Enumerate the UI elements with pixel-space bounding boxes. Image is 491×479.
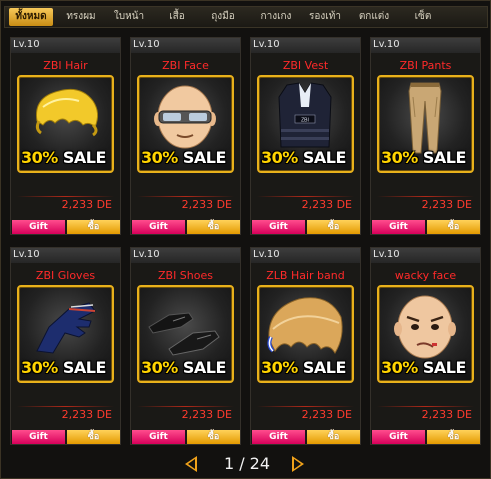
gift-button[interactable]: Gift [12, 430, 65, 444]
item-level: Lv.10 [373, 39, 400, 50]
buy-button[interactable]: ซื้อ [427, 430, 480, 444]
price-divider [257, 196, 354, 197]
item-name: ZBI Gloves [35, 269, 96, 282]
item-name: ZBI Hair [43, 59, 88, 72]
buy-button[interactable]: ซื้อ [187, 430, 240, 444]
tab-pants[interactable]: กางเกง [253, 8, 299, 26]
item-level: Lv.10 [253, 249, 280, 260]
item-thumbnail[interactable]: ZBI 30% SALE [257, 75, 354, 173]
item-grid: Lv.10 ZBI Hair 30% SALE 2,233 DE Gift ซื… [10, 37, 486, 447]
shop-window: ทั้งหมด ทรงผม ใบหน้า เสื้อ ถุงมือ กางเกง… [0, 0, 491, 479]
item-name: ZBI Shoes [157, 269, 213, 282]
item-card[interactable]: Lv.10 ZBI Hair 30% SALE 2,233 DE Gift ซื… [10, 37, 121, 235]
tab-set[interactable]: เซ็ต [405, 8, 441, 26]
item-price: 2,233 DE [301, 408, 352, 421]
item-name: ZBI Pants [399, 59, 452, 72]
sale-badge: 30% SALE [141, 148, 226, 167]
gift-button[interactable]: Gift [372, 220, 425, 234]
item-level: Lv.10 [133, 249, 160, 260]
tab-hair[interactable]: ทรงผม [60, 8, 102, 26]
item-price: 2,233 DE [61, 408, 112, 421]
sale-badge: 30% SALE [261, 148, 346, 167]
sale-badge: 30% SALE [381, 358, 466, 377]
item-level: Lv.10 [13, 249, 40, 260]
item-level: Lv.10 [133, 39, 160, 50]
tab-gloves[interactable]: ถุงมือ [201, 8, 245, 26]
item-thumbnail[interactable]: 30% SALE [137, 75, 234, 173]
item-thumbnail[interactable]: 30% SALE [257, 285, 354, 383]
gift-button[interactable]: Gift [252, 430, 305, 444]
price-divider [17, 406, 114, 407]
item-name: wacky face [394, 269, 457, 282]
buy-button[interactable]: ซื้อ [307, 220, 360, 234]
buy-button[interactable]: ซื้อ [187, 220, 240, 234]
item-card[interactable]: Lv.10 ZBI Pants 30% SALE 2,233 DE Gift ซ… [370, 37, 481, 235]
item-card[interactable]: Lv.10 ZBI Face 30% SALE 2,233 DE Gift ซื… [130, 37, 241, 235]
item-price: 2,233 DE [421, 198, 472, 211]
item-card[interactable]: Lv.10 ZBI Vest ZBI 30% SALE 2,233 DE Gif… [250, 37, 361, 235]
gift-button[interactable]: Gift [12, 220, 65, 234]
item-price: 2,233 DE [61, 198, 112, 211]
item-price: 2,233 DE [421, 408, 472, 421]
item-price: 2,233 DE [301, 198, 352, 211]
item-level: Lv.10 [253, 39, 280, 50]
item-card[interactable]: Lv.10 ZLB Hair band 30% SALE 2,233 DE Gi… [250, 247, 361, 445]
gift-button[interactable]: Gift [132, 220, 185, 234]
price-divider [377, 406, 474, 407]
item-thumbnail[interactable]: 30% SALE [17, 285, 114, 383]
price-divider [17, 196, 114, 197]
tab-accessories[interactable]: ตกแต่ง [351, 8, 397, 26]
page-indicator: 1 / 24 [223, 454, 271, 473]
item-thumbnail[interactable]: 30% SALE [137, 285, 234, 383]
buy-button[interactable]: ซื้อ [67, 220, 120, 234]
prev-page-arrow-icon[interactable] [185, 456, 197, 472]
tab-shoes[interactable]: รองเท้า [302, 8, 348, 26]
category-tab-bar: ทั้งหมด ทรงผม ใบหน้า เสื้อ ถุงมือ กางเกง… [4, 6, 488, 28]
gift-button[interactable]: Gift [132, 430, 185, 444]
buy-button[interactable]: ซื้อ [67, 430, 120, 444]
item-thumbnail[interactable]: 30% SALE [17, 75, 114, 173]
item-thumbnail[interactable]: 30% SALE [377, 285, 474, 383]
svg-text:ZBI: ZBI [301, 118, 309, 124]
item-thumbnail[interactable]: 30% SALE [377, 75, 474, 173]
item-level: Lv.10 [373, 249, 400, 260]
buy-button[interactable]: ซื้อ [307, 430, 360, 444]
tab-shirt[interactable]: เสื้อ [160, 8, 194, 26]
item-card[interactable]: Lv.10 ZBI Shoes 30% SALE 2,233 DE Gift ซ… [130, 247, 241, 445]
sale-badge: 30% SALE [21, 148, 106, 167]
sale-badge: 30% SALE [141, 358, 226, 377]
gift-button[interactable]: Gift [372, 430, 425, 444]
item-price: 2,233 DE [181, 198, 232, 211]
price-divider [257, 406, 354, 407]
item-name: ZLB Hair band [266, 269, 345, 282]
item-card[interactable]: Lv.10 wacky face 30% SALE 2,233 DE Gift … [370, 247, 481, 445]
item-level: Lv.10 [13, 39, 40, 50]
price-divider [137, 406, 234, 407]
tab-all[interactable]: ทั้งหมด [9, 8, 53, 26]
price-divider [377, 196, 474, 197]
price-divider [137, 196, 234, 197]
pagination: 1 / 24 [1, 453, 491, 477]
sale-badge: 30% SALE [261, 358, 346, 377]
buy-button[interactable]: ซื้อ [427, 220, 480, 234]
gift-button[interactable]: Gift [252, 220, 305, 234]
tab-face[interactable]: ใบหน้า [108, 8, 150, 26]
item-name: ZBI Vest [282, 59, 329, 72]
item-card[interactable]: Lv.10 ZBI Gloves 30% SALE 2,233 DE Gift … [10, 247, 121, 445]
next-page-arrow-icon[interactable] [292, 456, 304, 472]
item-name: ZBI Face [162, 59, 209, 72]
sale-badge: 30% SALE [21, 358, 106, 377]
sale-badge: 30% SALE [381, 148, 466, 167]
item-price: 2,233 DE [181, 408, 232, 421]
